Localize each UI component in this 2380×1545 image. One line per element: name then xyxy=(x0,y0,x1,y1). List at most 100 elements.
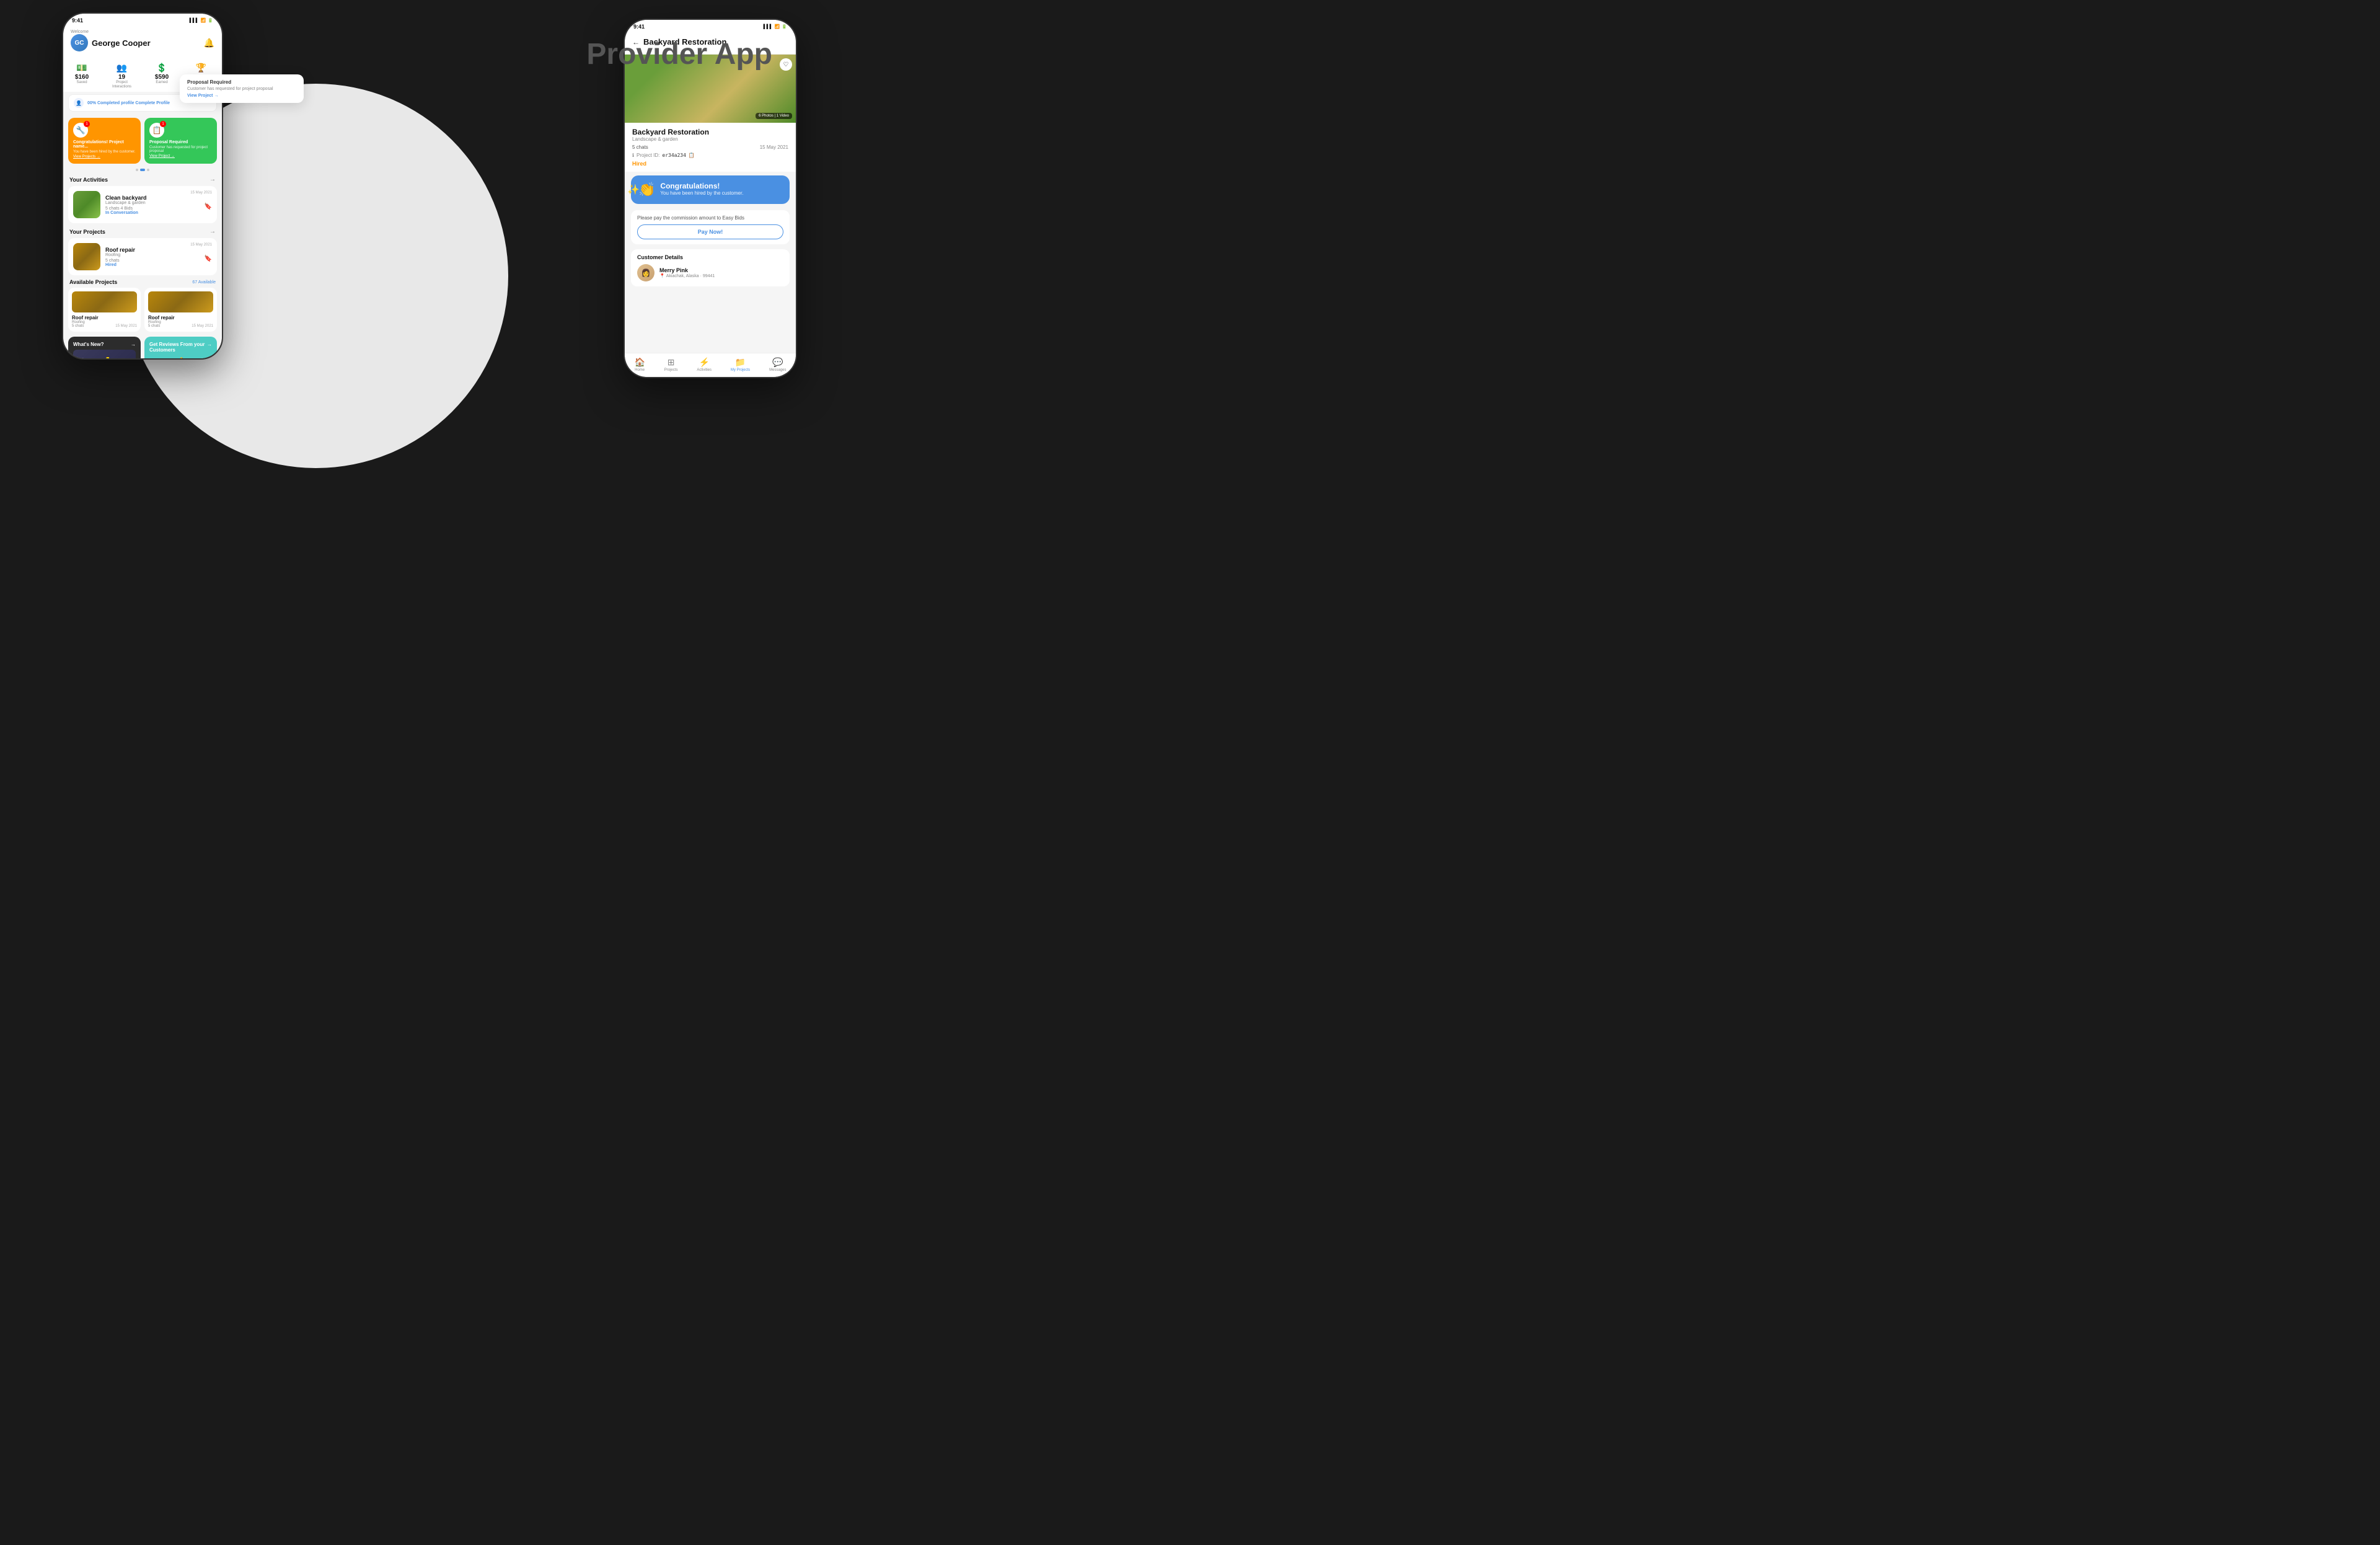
wrench-icon: 🔧 1 xyxy=(73,123,88,138)
project-thumb-roof xyxy=(73,243,100,270)
float-notif-link[interactable]: View Project → xyxy=(187,94,296,98)
project-meta-roof: 5 chats xyxy=(105,259,212,263)
avail-thumb-1 xyxy=(72,291,137,312)
project-details: Backyard Restoration Landscape & garden … xyxy=(625,123,796,172)
activity-info-clean: Clean backyard Landscape & garden 5 chat… xyxy=(105,195,212,215)
copy-icon[interactable]: 📋 xyxy=(689,153,695,158)
avail-thumb-img-1 xyxy=(72,291,137,312)
nav-messages[interactable]: 💬 Messages xyxy=(769,357,786,372)
nav-home-label: Home xyxy=(635,368,645,372)
document-icon: 📋 1 xyxy=(149,123,164,138)
view-project-link[interactable]: View Project → xyxy=(149,154,212,158)
project-status-roof: Hired xyxy=(105,263,212,267)
avail-card-1[interactable]: Roof repair Roofing 5 chats 15 May 2021 xyxy=(68,288,141,332)
avail-thumb-img-2 xyxy=(148,291,213,312)
project-info-roof: Roof repair Roofing 5 chats Hired xyxy=(105,247,212,267)
projects-icon: ⊞ xyxy=(668,357,675,368)
user-name: George Cooper xyxy=(92,38,151,48)
badge-count: 1 xyxy=(84,121,90,127)
wifi-icon-right: 📶 xyxy=(775,24,780,29)
heart-button[interactable]: ♡ xyxy=(780,58,792,71)
activity-card-clean-backyard[interactable]: Clean backyard Landscape & garden 5 chat… xyxy=(68,186,217,223)
activity-thumb-clean xyxy=(73,191,100,218)
activities-icon: ⚡ xyxy=(699,357,709,368)
promo-cards-row: → What's New? 🛋️ → Get Reviews From your… xyxy=(63,332,222,358)
customer-header: Customer Details xyxy=(637,254,783,260)
stat-earned-label: Earned xyxy=(155,81,169,85)
room-image: 🛋️ xyxy=(73,350,136,358)
bookmark-icon-clean[interactable]: 🔖 xyxy=(205,203,212,210)
trophy-icon: 🏆 xyxy=(192,63,210,73)
avail-card-2[interactable]: Roof repair Roofing 5 chats 15 May 2021 xyxy=(144,288,217,332)
congrats-icon: 👏 xyxy=(638,182,655,198)
users-icon: 👥 xyxy=(112,63,131,73)
promo-card-whats-new[interactable]: → What's New? 🛋️ xyxy=(68,337,141,358)
notif-orange-title: Congratulations! Project name... xyxy=(73,140,136,149)
profile-percent: 00% Completed profile xyxy=(87,101,134,105)
stat-interactions: 👥 19 ProjectInteractions xyxy=(112,63,131,89)
activities-section-header: Your Activities → xyxy=(63,172,222,185)
customer-row: 👩 Merry Pink 📍 Akiachak, Alaska · 99441 xyxy=(637,264,783,281)
notif-green-desc: Customer has requested for project propo… xyxy=(149,146,212,153)
promo-card-reviews[interactable]: → Get Reviews From your Customers 👍 xyxy=(144,337,217,358)
status-bar-right: 9:41 ▌▌▌ 📶 🔋 xyxy=(625,20,796,31)
available-projects-header: Available Projects 67 Available xyxy=(63,277,222,288)
notif-card-green[interactable]: 📋 1 Proposal Required Customer has reque… xyxy=(144,118,217,164)
project-stats-row: 5 chats 15 May 2021 xyxy=(632,144,788,150)
stat-interactions-value: 19 xyxy=(112,74,131,81)
stat-interactions-label: ProjectInteractions xyxy=(112,81,131,89)
commission-text: Please pay the commission amount to Easy… xyxy=(637,215,783,221)
right-phone: 9:41 ▌▌▌ 📶 🔋 ← Backyard Restoration 6 Ph… xyxy=(624,19,797,378)
pay-now-button[interactable]: Pay Now! xyxy=(637,224,783,239)
floating-notification: Proposal Required Customer has requested… xyxy=(180,74,304,103)
congrats-banner: ✨ 👏 Congratulations! You have been hired… xyxy=(631,175,790,204)
badge-count-green: 1 xyxy=(160,121,166,127)
nav-my-projects[interactable]: 📁 My Projects xyxy=(731,357,750,372)
status-time-right: 9:41 xyxy=(633,24,645,30)
bell-icon[interactable]: 🔔 xyxy=(204,38,214,48)
project-id-row: ℹ Project ID: er34a234 📋 xyxy=(632,153,788,158)
project-id-label: Project ID: xyxy=(637,153,659,158)
notif-card-orange[interactable]: 🔧 1 Congratulations! Project name... You… xyxy=(68,118,141,164)
notification-cards-row: 🔧 1 Congratulations! Project name... You… xyxy=(63,114,222,167)
notif-orange-desc: You have been hired by the customer. xyxy=(73,150,136,154)
project-card-roof[interactable]: Roof repair Roofing 5 chats Hired 15 May… xyxy=(68,238,217,275)
customer-section: Customer Details 👩 Merry Pink 📍 Akiachak… xyxy=(631,249,790,286)
bookmark-icon-roof[interactable]: 🔖 xyxy=(205,255,212,262)
projects-section-header: Your Projects → xyxy=(63,224,222,237)
bottom-navigation: 🏠 Home ⊞ Projects ⚡ Activities 📁 My Proj… xyxy=(625,353,796,377)
page-dots xyxy=(63,167,222,172)
avail-date-2: 15 May 2021 xyxy=(192,324,213,328)
commission-section: Please pay the commission amount to Easy… xyxy=(631,210,790,244)
available-count[interactable]: 67 Available xyxy=(192,280,216,285)
float-notif-title: Proposal Required xyxy=(187,79,296,85)
battery-icon: 🔋 xyxy=(208,18,213,23)
activities-arrow[interactable]: → xyxy=(209,176,216,183)
status-time-left: 9:41 xyxy=(72,17,83,24)
location-icon: 📍 xyxy=(659,273,665,278)
congrats-desc: You have been hired by the customer. xyxy=(660,190,782,196)
project-category: Landscape & garden xyxy=(632,136,788,142)
congrats-text: Congratulations! You have been hired by … xyxy=(660,182,782,196)
messages-icon: 💬 xyxy=(772,357,783,368)
user-info: GC George Cooper xyxy=(71,34,151,51)
complete-profile-link[interactable]: Complete Profile xyxy=(135,101,170,105)
projects-arrow[interactable]: → xyxy=(209,228,216,235)
nav-projects[interactable]: ⊞ Projects xyxy=(664,357,678,372)
promo-title-1: What's New? xyxy=(73,342,136,347)
location-text: Akiachak, Alaska · 99441 xyxy=(666,274,715,278)
nav-home[interactable]: 🏠 Home xyxy=(634,357,645,372)
stat-earned: 💲 $590 Earned xyxy=(155,63,169,89)
wifi-icon: 📶 xyxy=(201,18,206,23)
view-projects-link[interactable]: View Projects → xyxy=(73,155,136,159)
thumbs-up-icon: 👍 xyxy=(149,356,212,358)
nav-activities[interactable]: ⚡ Activities xyxy=(697,357,712,372)
sparkle-icon: ✨ xyxy=(627,184,640,196)
dot-3 xyxy=(147,169,149,171)
project-date-roof: 15 May 2021 xyxy=(190,243,212,247)
nav-projects-label: Projects xyxy=(664,368,678,372)
status-icons-left: ▌▌▌ 📶 🔋 xyxy=(190,18,213,23)
avail-date-1: 15 May 2021 xyxy=(115,324,137,328)
available-cards-row: Roof repair Roofing 5 chats 15 May 2021 … xyxy=(63,288,222,332)
project-subtitle-roof: Roofing xyxy=(105,253,212,257)
